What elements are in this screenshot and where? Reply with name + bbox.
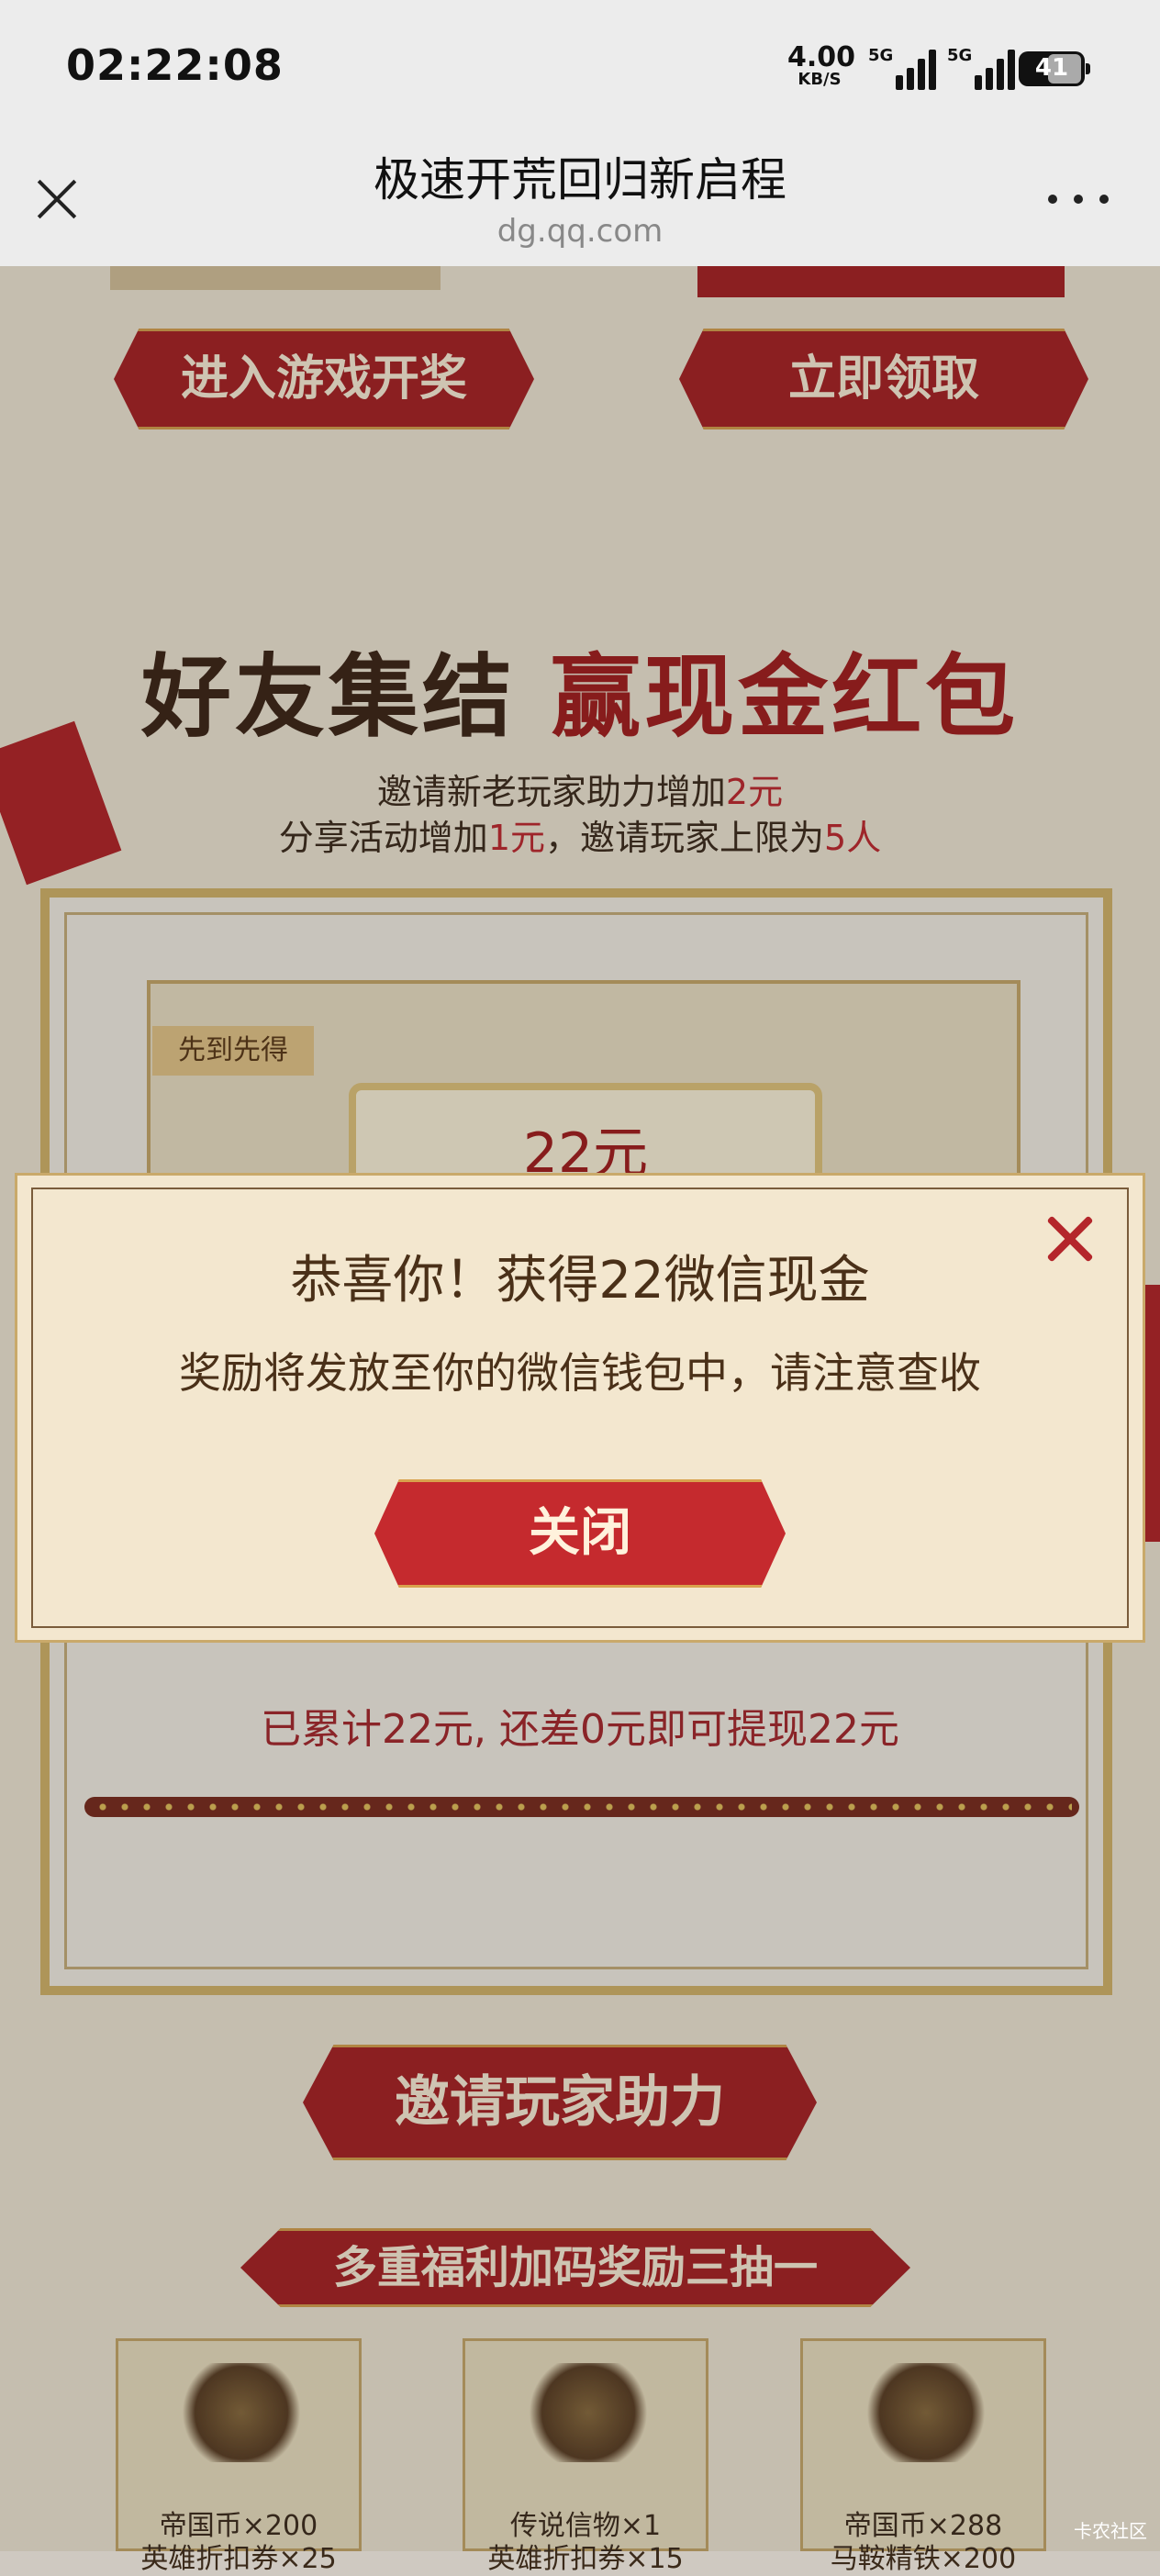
modal-title: 恭喜你！获得22微信现金 <box>290 1251 870 1310</box>
watermark: 卡农社区 <box>1074 2520 1147 2542</box>
more-icon[interactable] <box>1048 191 1112 206</box>
battery-icon: 41 <box>1019 51 1090 86</box>
status-time: 02:22:08 <box>66 40 284 90</box>
signal-icon: 5G <box>868 46 936 90</box>
modal-description: 奖励将发放至你的微信钱包中，请注意查收 <box>179 1348 981 1398</box>
network-speed: 4.00 KB/S <box>787 41 856 89</box>
battery-level: 41 <box>1034 54 1069 82</box>
network-speed-value: 4.00 <box>787 41 856 73</box>
modal-close-button[interactable]: 关闭 <box>374 1479 786 1588</box>
network-speed-unit: KB/S <box>798 70 842 89</box>
signal-icon: 5G <box>947 46 1015 90</box>
page-domain: dg.qq.com <box>496 213 664 250</box>
page-title: 极速开荒回归新启程 <box>374 153 786 206</box>
sim2-5g-label: 5G <box>947 46 973 65</box>
sim1-5g-label: 5G <box>868 46 894 65</box>
